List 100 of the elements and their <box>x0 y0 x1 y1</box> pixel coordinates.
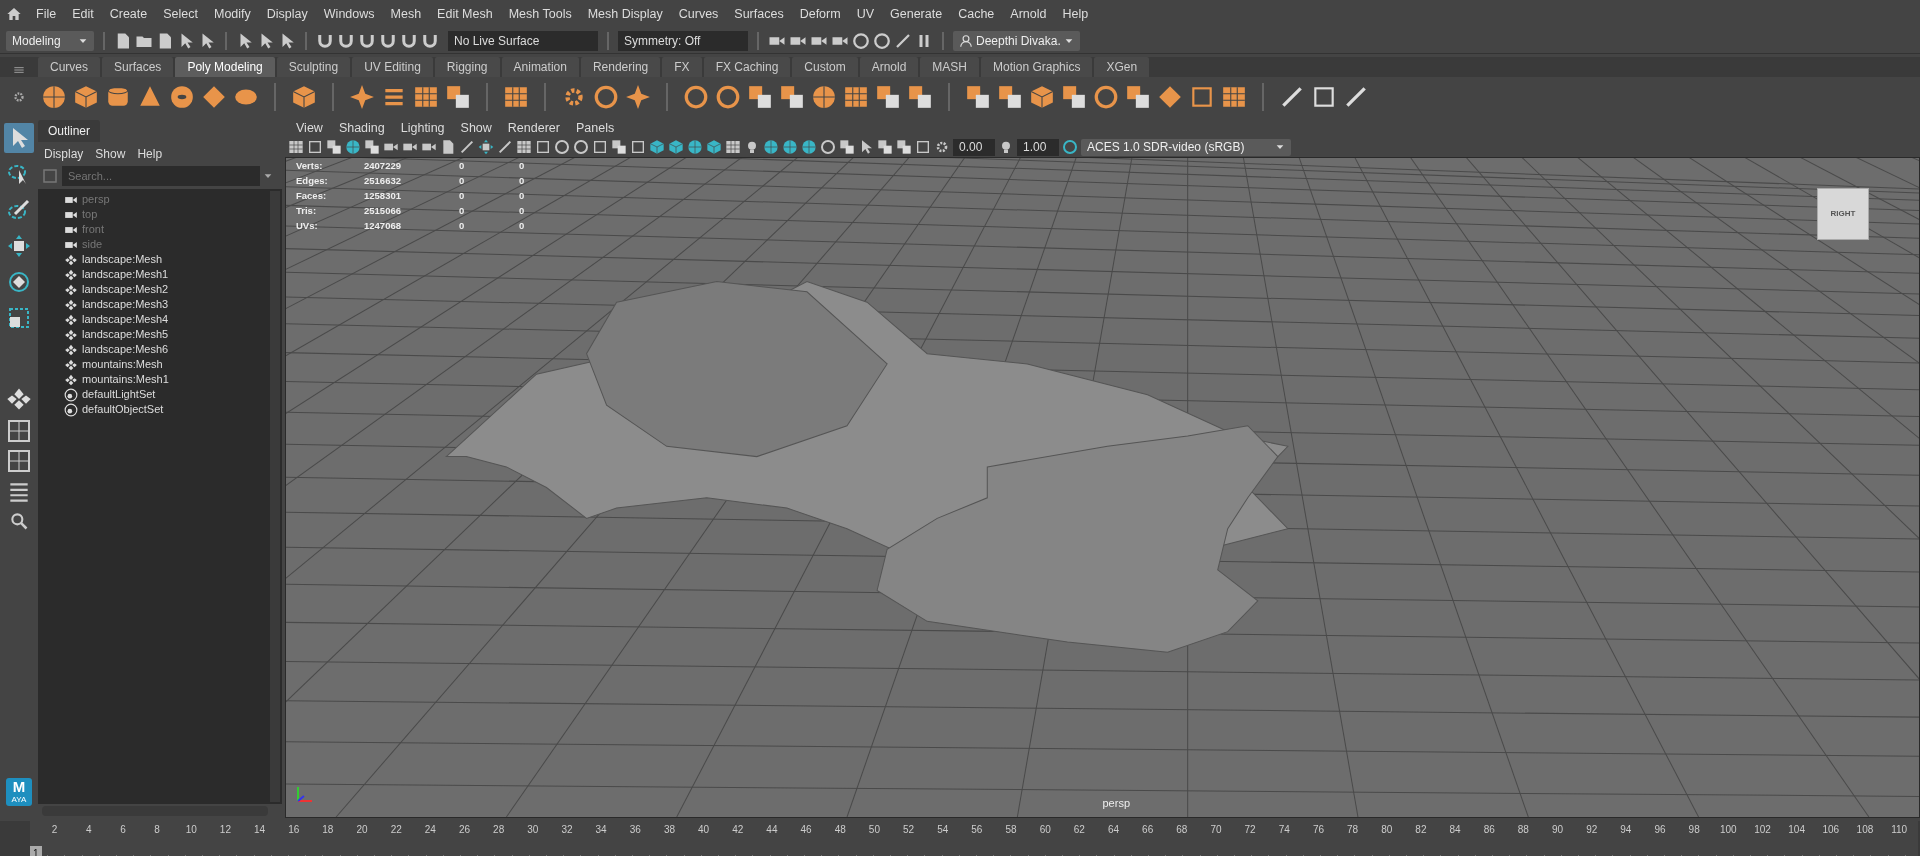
diamond-icon[interactable] <box>1157 84 1183 110</box>
sphere-icon[interactable] <box>345 139 361 155</box>
menu-item[interactable]: View <box>288 119 331 138</box>
menu-item[interactable]: Select <box>155 4 206 24</box>
menu-item[interactable]: Generate <box>882 4 951 24</box>
squares-icon[interactable] <box>611 139 627 155</box>
menu-item[interactable]: Deform <box>791 4 849 24</box>
exposure-field[interactable]: 0.00 <box>953 138 995 156</box>
shelf-tab[interactable]: Arnold <box>859 57 919 77</box>
squares-icon[interactable] <box>839 139 855 155</box>
outliner-item[interactable]: landscape:Mesh1 <box>38 267 268 282</box>
search-field[interactable]: Search... <box>62 166 260 186</box>
cube-icon[interactable] <box>1029 84 1055 110</box>
grid-icon[interactable] <box>288 139 304 155</box>
shelf-tab[interactable]: FX Caching <box>703 57 791 77</box>
menu-item[interactable]: Windows <box>315 4 383 24</box>
frame-icon[interactable] <box>915 139 931 155</box>
frame-icon[interactable] <box>1189 84 1215 110</box>
panel-tab[interactable]: Outliner <box>38 120 101 142</box>
frame-icon[interactable] <box>1311 84 1337 110</box>
color-management-icon[interactable] <box>1062 139 1078 155</box>
outliner-item[interactable]: mountains:Mesh1 <box>38 372 268 387</box>
menu-item[interactable]: File <box>28 4 65 24</box>
menu-item[interactable]: Curves <box>670 4 727 24</box>
frame-icon[interactable] <box>535 139 551 155</box>
shelf-tab[interactable]: Surfaces <box>102 57 174 77</box>
shelf-tab[interactable]: Animation <box>501 57 579 77</box>
outliner-item[interactable]: landscape:Mesh6 <box>38 342 268 357</box>
menu-item[interactable]: Shading <box>330 119 393 138</box>
grid-icon[interactable] <box>725 139 741 155</box>
mode-dropdown[interactable]: Modeling <box>6 30 94 51</box>
circle-icon[interactable] <box>1093 84 1119 110</box>
circle-icon[interactable] <box>715 84 741 110</box>
menu-item[interactable]: Display <box>44 145 84 163</box>
squares-icon[interactable] <box>875 84 901 110</box>
shelf-tab[interactable]: Curves <box>38 57 100 77</box>
color-space-dropdown[interactable]: ACES 1.0 SDR-video (sRGB) <box>1081 138 1291 156</box>
menu-item[interactable]: Cache <box>950 4 1003 24</box>
menu-item[interactable]: Show <box>452 119 500 138</box>
menu-item[interactable]: Arnold <box>1002 4 1055 24</box>
gamma-field[interactable]: 1.00 <box>1017 138 1059 156</box>
menu-item[interactable]: Surfaces <box>726 4 792 24</box>
cube-icon[interactable] <box>73 84 99 110</box>
sphere-icon[interactable] <box>41 84 67 110</box>
grid-icon[interactable] <box>413 84 439 110</box>
star-icon[interactable] <box>349 84 375 110</box>
cube-icon[interactable] <box>668 139 684 155</box>
frame-icon[interactable] <box>307 139 323 155</box>
shelf-tab[interactable]: UV Editing <box>352 57 433 77</box>
circle-icon[interactable] <box>873 31 891 50</box>
circle-icon[interactable] <box>683 84 709 110</box>
sphere-icon[interactable] <box>801 139 817 155</box>
squares-icon[interactable] <box>965 84 991 110</box>
menu-item[interactable]: Display <box>258 4 316 24</box>
menu-item[interactable]: Create <box>101 4 156 24</box>
squares-icon[interactable] <box>779 84 805 110</box>
outliner-item[interactable]: landscape:Mesh5 <box>38 327 268 342</box>
search-icon[interactable] <box>9 511 29 531</box>
torus-icon[interactable] <box>169 84 195 110</box>
shelf-tab[interactable]: FX <box>662 57 702 77</box>
squares-icon[interactable] <box>896 139 912 155</box>
shelf-tab[interactable]: Motion Graphics <box>981 57 1093 77</box>
shelf-tab[interactable]: Rendering <box>580 57 661 77</box>
squares-icon[interactable] <box>907 84 933 110</box>
circle-icon[interactable] <box>573 139 589 155</box>
shelf-tab[interactable]: Custom <box>792 57 858 77</box>
sphere-icon[interactable] <box>782 139 798 155</box>
menu-item[interactable]: Edit <box>64 4 102 24</box>
grid-icon[interactable] <box>503 84 529 110</box>
grid-icon[interactable] <box>516 139 532 155</box>
viewport-canvas[interactable]: Verts: 2407229 0 0 Edges: 2516632 0 0 Faces: 1258301 0 0 Tris: 2515066 0 0 UVs: 1247068 0 0 RIGHT persp <box>285 157 1920 818</box>
grid-icon[interactable] <box>1221 84 1247 110</box>
cube-icon[interactable] <box>291 84 317 110</box>
squares-icon[interactable] <box>997 84 1023 110</box>
menu-item[interactable]: Mesh Display <box>579 4 671 24</box>
diamond-icon[interactable] <box>201 84 227 110</box>
squares-icon[interactable] <box>1061 84 1087 110</box>
circle-icon[interactable] <box>554 139 570 155</box>
squares-icon[interactable] <box>445 84 471 110</box>
outliner-item[interactable]: defaultLightSet <box>38 387 268 402</box>
view-cube[interactable]: RIGHT <box>1817 188 1869 240</box>
home-icon[interactable] <box>6 6 22 22</box>
sphere-icon[interactable] <box>811 84 837 110</box>
menu-item[interactable]: Show <box>95 145 126 163</box>
menu-item[interactable]: Lighting <box>392 119 453 138</box>
symmetry-field[interactable]: Symmetry: Off <box>618 30 748 51</box>
live-surface-field[interactable]: No Live Surface <box>448 30 598 51</box>
frame-icon[interactable] <box>630 139 646 155</box>
shelf-tab[interactable]: MASH <box>920 57 980 77</box>
outliner-item[interactable]: landscape:Mesh2 <box>38 282 268 297</box>
outliner-item[interactable]: defaultObjectSet <box>38 402 268 417</box>
shelf-tab[interactable]: Rigging <box>434 57 500 77</box>
squares-icon[interactable] <box>326 139 342 155</box>
outliner-item[interactable]: mountains:Mesh <box>38 357 268 372</box>
circle-icon[interactable] <box>852 31 870 50</box>
squares-icon[interactable] <box>364 139 380 155</box>
sphere-icon[interactable] <box>687 139 703 155</box>
menu-item[interactable]: Help <box>1054 4 1097 24</box>
move-icon[interactable] <box>478 139 494 155</box>
menu-item[interactable]: Mesh Tools <box>500 4 580 24</box>
